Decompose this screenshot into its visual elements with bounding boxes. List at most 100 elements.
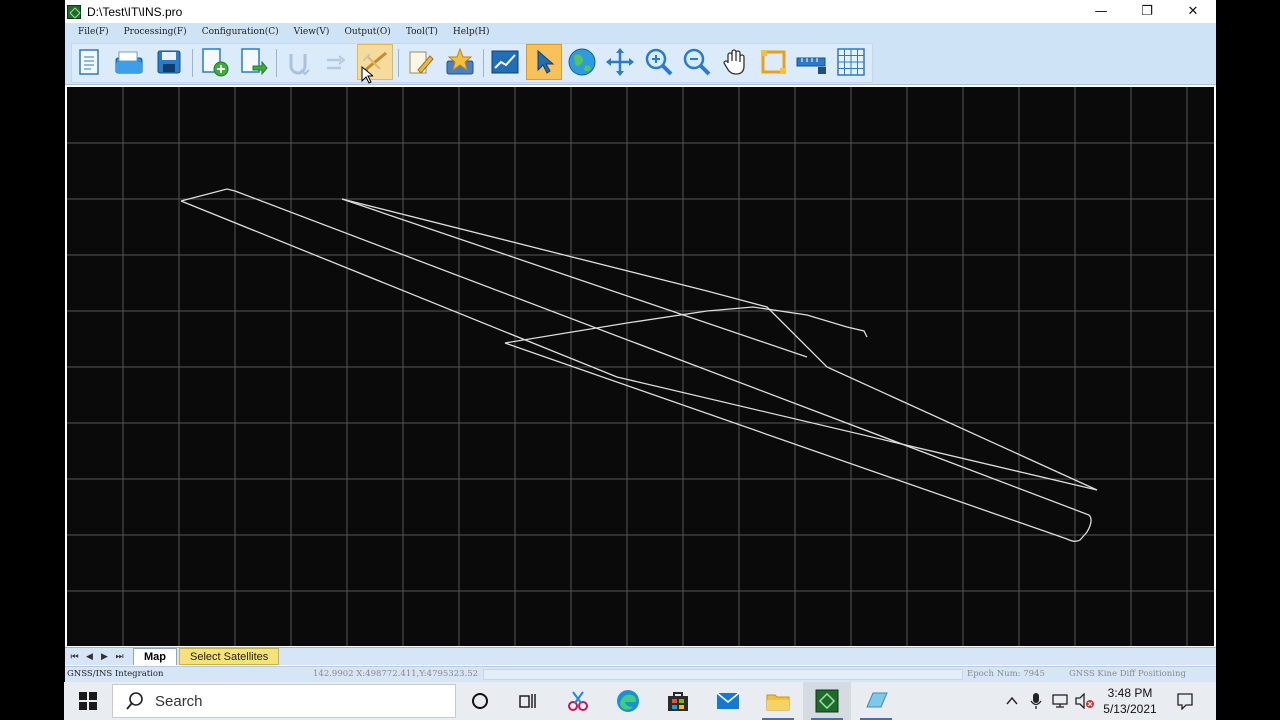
menu-configuration[interactable]: Configuration(C): [202, 27, 279, 37]
star-folder-icon: [446, 47, 474, 75]
windows-logo-icon: [79, 692, 97, 710]
star-folder-button[interactable]: [442, 44, 478, 80]
undo-path-button[interactable]: [280, 44, 316, 80]
cortana-button[interactable]: [456, 682, 504, 720]
search-placeholder: Search: [155, 692, 203, 710]
edit-document-icon: [409, 51, 434, 74]
clock-time: 3:48 PM: [1107, 686, 1153, 700]
new-file-button[interactable]: [71, 44, 107, 80]
cortana-icon: [472, 693, 488, 709]
minimize-button[interactable]: —: [1078, 0, 1124, 23]
measure-ruler-button[interactable]: [794, 44, 830, 80]
notifications-button[interactable]: [1170, 682, 1200, 720]
sheet-tab-bar: ⏮ ◀ ▶ ⏭ Map Select Satellites: [65, 647, 1216, 665]
task-view-icon: [519, 694, 536, 708]
pan-hand-button[interactable]: [717, 44, 753, 80]
undo-path-icon: [289, 54, 310, 76]
task-view-button[interactable]: [504, 682, 552, 720]
menu-processing[interactable]: Processing(F): [124, 27, 187, 37]
store-button[interactable]: [654, 682, 702, 720]
grid-button[interactable]: [833, 44, 869, 80]
second-app-button[interactable]: [852, 682, 900, 720]
clock-date: 5/13/2021: [1103, 702, 1157, 716]
menu-bar: File(F) Processing(F) Configuration(C) V…: [65, 23, 1216, 41]
first-sheet-icon[interactable]: ⏮: [67, 652, 82, 662]
status-progress-field: [483, 669, 963, 680]
taskbar-clock[interactable]: 3:48 PM 5/13/2021: [1094, 685, 1166, 717]
save-button[interactable]: [151, 44, 187, 80]
app-window: D:\Test\IT\INS.pro — ❐ ✕ File(F) Process…: [65, 0, 1216, 682]
pan-hand-icon: [723, 49, 745, 75]
zoom-in-icon: [645, 48, 673, 76]
toolbar-separator: [398, 49, 399, 77]
last-sheet-icon[interactable]: ⏭: [112, 652, 127, 662]
trajectory-segment: [180, 188, 1092, 542]
menu-view[interactable]: View(V): [294, 27, 330, 37]
menu-file[interactable]: File(F): [78, 27, 109, 37]
edge-browser-icon: [617, 690, 639, 712]
show-hidden-icons-button[interactable]: [1002, 682, 1022, 720]
second-app-icon: [866, 692, 888, 708]
mouse-cursor-icon: [361, 66, 373, 84]
menu-help[interactable]: Help(H): [453, 27, 490, 37]
select-pointer-button[interactable]: [526, 44, 562, 80]
chevron-up-icon: [1006, 696, 1018, 705]
start-button[interactable]: [64, 682, 112, 720]
window-title: D:\Test\IT\INS.pro: [87, 4, 183, 19]
network-icon: [1052, 694, 1068, 708]
zoom-out-icon: [683, 48, 711, 76]
toolbar-separator: [192, 49, 193, 77]
open-folder-icon: [115, 51, 143, 74]
window-controls: — ❐ ✕: [1078, 0, 1216, 23]
next-sheet-icon[interactable]: ▶: [97, 652, 112, 662]
close-button[interactable]: ✕: [1170, 0, 1216, 23]
taskbar: Search 3:48 PM 5/13/2021: [64, 682, 1216, 720]
edge-browser-button[interactable]: [604, 682, 652, 720]
volume-button[interactable]: [1074, 682, 1096, 720]
export-file-button[interactable]: [235, 44, 271, 80]
open-folder-button[interactable]: [111, 44, 147, 80]
title-bar[interactable]: D:\Test\IT\INS.pro — ❐ ✕: [65, 0, 1216, 23]
zoom-rectangle-button[interactable]: [756, 44, 792, 80]
snip-tool-icon: [568, 691, 588, 711]
tab-map[interactable]: Map: [133, 648, 177, 665]
new-file-icon: [79, 49, 99, 75]
menu-output[interactable]: Output(O): [344, 27, 390, 37]
taskbar-search[interactable]: Search: [112, 684, 456, 718]
add-file-button[interactable]: [196, 44, 232, 80]
edit-document-button[interactable]: [402, 44, 438, 80]
trajectory-track: [180, 188, 1098, 542]
status-bar: GNSS/INS Integration 142.9902 X:498772.4…: [65, 666, 1216, 682]
notification-icon: [1177, 693, 1193, 710]
snip-tool-button[interactable]: [554, 682, 602, 720]
network-button[interactable]: [1050, 682, 1072, 720]
prev-sheet-icon[interactable]: ◀: [82, 652, 97, 662]
microphone-button[interactable]: [1026, 682, 1046, 720]
redo-arrow-button[interactable]: [318, 44, 354, 80]
zoom-rectangle-icon: [761, 50, 786, 74]
tab-select-satellites[interactable]: Select Satellites: [179, 648, 280, 665]
status-epoch: Epoch Num: 7945: [967, 669, 1045, 679]
status-coordinates: 142.9902 X:498772.411,Y:4795323.52: [313, 669, 479, 679]
file-explorer-button[interactable]: [754, 682, 802, 720]
mail-button[interactable]: [704, 682, 752, 720]
globe-button[interactable]: [564, 44, 600, 80]
status-solution: GNSS Kine Diff Positioning: [1069, 669, 1186, 679]
maximize-button[interactable]: ❐: [1124, 0, 1170, 23]
globe-icon: [568, 48, 596, 76]
trajectory-segment: [180, 200, 1098, 491]
map-view[interactable]: [67, 87, 1214, 646]
select-pointer-icon: [537, 49, 555, 74]
move-cross-button[interactable]: [602, 44, 638, 80]
chart-view-icon: [491, 50, 519, 74]
toolbar-separator: [276, 49, 277, 77]
toolbar-separator: [483, 49, 484, 77]
menu-tool[interactable]: Tool(T): [406, 27, 438, 37]
ins-app-button[interactable]: [803, 682, 851, 720]
map-canvas[interactable]: [67, 87, 1214, 646]
desktop: D:\Test\IT\INS.pro — ❐ ✕ File(F) Process…: [0, 0, 1280, 720]
chart-view-button[interactable]: [487, 44, 523, 80]
trajectory-segment: [341, 198, 1098, 491]
zoom-out-button[interactable]: [679, 44, 715, 80]
zoom-in-button[interactable]: [641, 44, 677, 80]
